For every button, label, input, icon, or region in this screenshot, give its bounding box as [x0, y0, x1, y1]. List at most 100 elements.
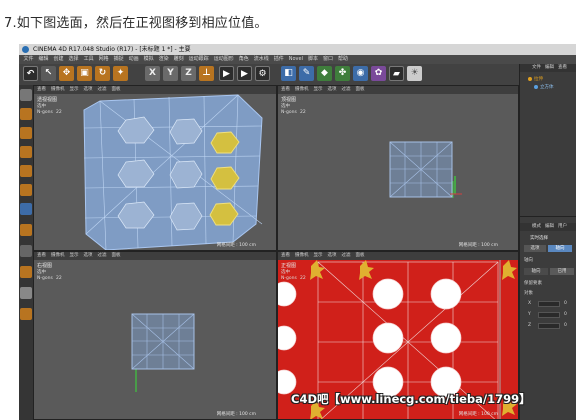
menu-motion-tracking[interactable]: 运动跟踪: [186, 55, 211, 64]
points-mode-icon[interactable]: [20, 165, 32, 177]
menu-tools[interactable]: 工具: [81, 55, 96, 64]
vp-menu-panel[interactable]: 面板: [356, 87, 370, 92]
coord-x-field[interactable]: [538, 301, 560, 307]
vp-menu-options[interactable]: 选项: [84, 253, 98, 258]
menu-create[interactable]: 创建: [51, 55, 66, 64]
viewport-top[interactable]: 查看 摄像机 显示 选项 过滤 面板 顶视图 选中 N-gons 22 网格间距 : 100…: [277, 85, 519, 251]
am-menu-mode[interactable]: 模式: [532, 224, 545, 229]
vp-menu-panel[interactable]: 面板: [112, 253, 126, 258]
render-icon[interactable]: ▶: [237, 66, 252, 81]
om-menu-edit[interactable]: 编辑: [545, 65, 558, 70]
om-menu-view[interactable]: 查看: [558, 65, 571, 70]
menu-sculpt[interactable]: 雕刻: [171, 55, 186, 64]
menu-render[interactable]: 渲染: [156, 55, 171, 64]
polygons-mode-icon[interactable]: [20, 203, 32, 215]
vp-menu-options[interactable]: 选项: [328, 253, 342, 258]
vp-menu-filter[interactable]: 过滤: [342, 253, 356, 258]
viewport-right[interactable]: 查看 摄像机 显示 选项 过滤 面板 右视图 选中 N-gons 22 网格间距 : 100…: [33, 251, 277, 420]
main-toolbar: ↶ ↖ ✥ ▣ ↻ ✦ X Y Z ⊥ ▶ ▶ ⚙ ◧ ✎ ◆ ✤ ◉ ✿ ▰ …: [19, 64, 519, 85]
ngons-value: 22: [300, 110, 306, 115]
vp-menu-options[interactable]: 选项: [328, 87, 342, 92]
vp-menu-view[interactable]: 查看: [37, 253, 51, 258]
om-menu-file[interactable]: 文件: [532, 65, 545, 70]
menu-mesh[interactable]: 网格: [96, 55, 111, 64]
vp-menu-panel[interactable]: 面板: [356, 253, 370, 258]
subdivide-icon[interactable]: ◆: [317, 66, 332, 81]
menu-help[interactable]: 帮助: [336, 55, 351, 64]
render-settings-icon[interactable]: ⚙: [255, 66, 270, 81]
cube-icon[interactable]: ◧: [281, 66, 296, 81]
edges-mode-icon[interactable]: [20, 184, 32, 196]
axis-y-icon[interactable]: Y: [163, 66, 178, 81]
axis-z-icon[interactable]: Z: [181, 66, 196, 81]
array-icon[interactable]: ✤: [335, 66, 350, 81]
vp-menu-filter[interactable]: 过滤: [98, 87, 112, 92]
light-icon[interactable]: ☀: [407, 66, 422, 81]
axis-x-icon[interactable]: X: [145, 66, 160, 81]
vp-menu-display[interactable]: 显示: [70, 253, 84, 258]
undo-icon[interactable]: ↶: [23, 66, 38, 81]
workplane-icon[interactable]: [20, 146, 32, 158]
coord-z-field[interactable]: [538, 323, 560, 329]
menu-animate[interactable]: 动画: [126, 55, 141, 64]
vp-menu-camera[interactable]: 摄像机: [295, 253, 314, 258]
tweak-icon[interactable]: [20, 245, 32, 257]
vp-menu-view[interactable]: 查看: [281, 87, 295, 92]
vp-menu-options[interactable]: 选项: [84, 87, 98, 92]
menu-select[interactable]: 选择: [66, 55, 81, 64]
tab-options[interactable]: 选项: [524, 245, 546, 252]
model-mode-icon[interactable]: [20, 108, 32, 120]
vp-menu-filter[interactable]: 过滤: [342, 87, 356, 92]
coord-y-label: Y: [528, 312, 531, 317]
make-editable-icon[interactable]: [20, 89, 32, 101]
vp-menu-display[interactable]: 显示: [70, 87, 84, 92]
select-icon[interactable]: ↖: [41, 66, 56, 81]
object-row-cube[interactable]: 立方体: [534, 84, 554, 91]
pen-icon[interactable]: ✎: [299, 66, 314, 81]
vp-menu-camera[interactable]: 摄像机: [51, 253, 70, 258]
viewport-perspective[interactable]: 查看 摄像机 显示 选项 过滤 面板 透视视图 选中 N-gons 22 网格间距 : 10…: [33, 85, 277, 251]
menu-plugins[interactable]: 插件: [271, 55, 286, 64]
vp-menu-display[interactable]: 显示: [314, 87, 328, 92]
rotate-icon[interactable]: ↻: [95, 66, 110, 81]
render-view-icon[interactable]: ▶: [219, 66, 234, 81]
menu-file[interactable]: 文件: [21, 55, 36, 64]
am-menu-user[interactable]: 用户: [558, 224, 571, 229]
menu-edit[interactable]: 编辑: [36, 55, 51, 64]
object-label: 立方体: [540, 85, 554, 90]
menu-snap[interactable]: 捕捉: [111, 55, 126, 64]
vp-menu-panel[interactable]: 面板: [112, 87, 126, 92]
object-row-extrude[interactable]: 拉伸: [528, 76, 543, 83]
scene-icon[interactable]: ✿: [371, 66, 386, 81]
axis-mode-icon[interactable]: [20, 224, 32, 236]
vp-menu-display[interactable]: 显示: [314, 253, 328, 258]
menu-simulate[interactable]: 模拟: [141, 55, 156, 64]
vp-menu-camera[interactable]: 摄像机: [295, 87, 314, 92]
menu-mograph[interactable]: 运动图形: [211, 55, 236, 64]
recent-icon[interactable]: ✦: [113, 66, 128, 81]
coord-y-field[interactable]: [538, 312, 560, 318]
menu-window[interactable]: 窗口: [321, 55, 336, 64]
camera-icon[interactable]: ▰: [389, 66, 404, 81]
vp-menu-camera[interactable]: 摄像机: [51, 87, 70, 92]
menu-pipeline[interactable]: 流水线: [251, 55, 271, 64]
coord-icon[interactable]: ⊥: [199, 66, 214, 81]
menu-novel[interactable]: Novel: [286, 55, 305, 64]
menu-script[interactable]: 脚本: [305, 55, 320, 64]
lock-workplane-icon[interactable]: [20, 287, 32, 299]
am-menu-edit[interactable]: 编辑: [545, 224, 558, 229]
texture-mode-icon[interactable]: [20, 127, 32, 139]
move-icon[interactable]: ✥: [59, 66, 74, 81]
grid-spacing: 网格间距 : 100 cm: [216, 243, 256, 248]
planar-workplane-icon[interactable]: [20, 308, 32, 320]
menu-character[interactable]: 角色: [236, 55, 251, 64]
scale-icon[interactable]: ▣: [77, 66, 92, 81]
subtab-axis[interactable]: 轴向: [524, 268, 548, 275]
vp-menu-view[interactable]: 查看: [281, 253, 295, 258]
snap-icon[interactable]: [20, 266, 32, 278]
vp-menu-filter[interactable]: 过滤: [98, 253, 112, 258]
tab-axis[interactable]: 轴向: [548, 245, 572, 252]
vp-menu-view[interactable]: 查看: [37, 87, 51, 92]
deformer-icon[interactable]: ◉: [353, 66, 368, 81]
subtab-applied[interactable]: 已用: [550, 268, 574, 275]
